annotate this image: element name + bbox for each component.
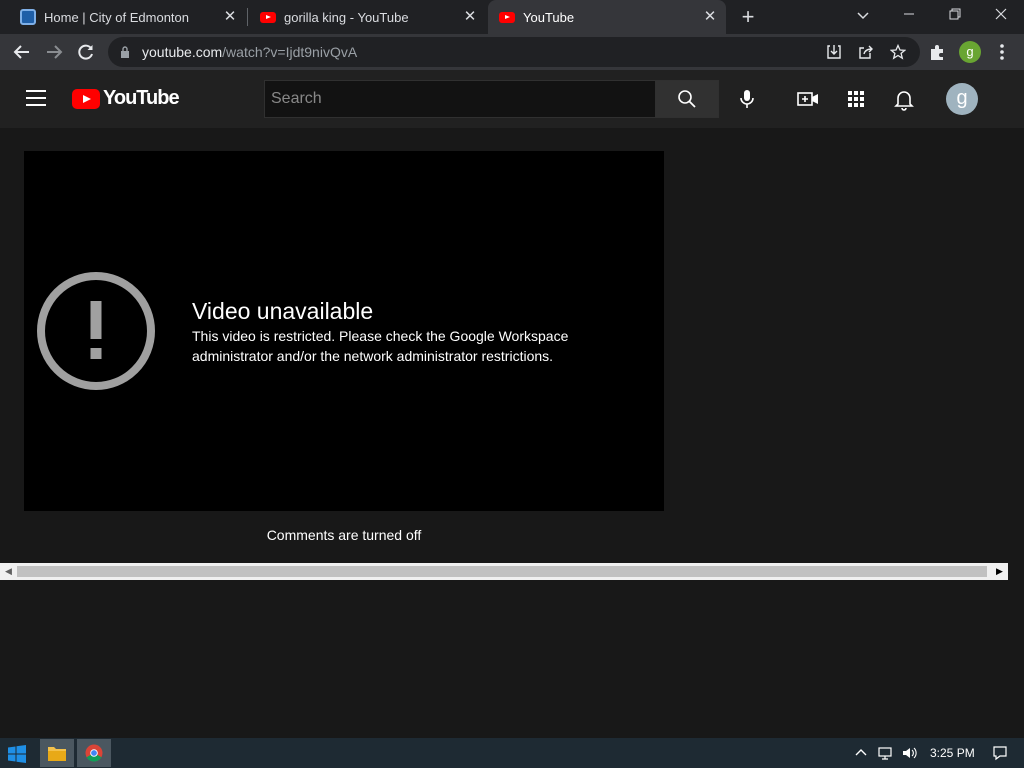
search-input[interactable] [265,81,655,117]
chrome-taskbar-button[interactable] [77,739,111,767]
youtube-favicon-icon [259,8,277,26]
tab-search-icon[interactable] [840,0,886,30]
error-exclamation-icon [37,272,155,390]
action-center-notification-icon[interactable] [992,745,1008,761]
comments-status: Comments are turned off [266,527,422,543]
browser-profile-avatar[interactable]: g [959,41,981,63]
guide-menu-icon[interactable] [26,90,46,106]
close-tab-icon[interactable]: ✕ [702,9,718,25]
share-icon[interactable] [858,44,874,60]
windows-taskbar: 3:25 PM [0,738,1024,768]
youtube-logo[interactable]: YouTube [72,87,180,110]
youtube-logo-text: YouTube [103,87,180,109]
tab-city-of-edmonton[interactable]: Home | City of Edmonton ✕ [0,0,246,34]
bookmark-star-icon[interactable] [890,44,906,60]
lock-icon[interactable] [120,46,130,58]
file-explorer-taskbar-button[interactable] [40,739,74,767]
url-path: /watch?v=Ijdt9nivQvA [222,44,358,60]
chrome-icon [85,744,103,762]
horizontal-scrollbar[interactable]: ◀ ▶ [0,563,1008,580]
close-tab-icon[interactable]: ✕ [462,9,478,25]
scroll-left-arrow-icon[interactable]: ◀ [0,563,17,580]
windows-start-icon[interactable] [8,745,26,763]
youtube-header: YouTube g [0,70,1024,128]
minimize-button[interactable] [886,0,932,30]
reload-button[interactable] [74,40,98,64]
tab-title: YouTube [523,9,575,25]
search-box[interactable] [264,80,656,118]
url-host: youtube.com [142,44,223,60]
close-window-button[interactable] [978,0,1024,30]
network-icon[interactable] [877,745,893,761]
tab-youtube-active[interactable]: YouTube ✕ [488,0,726,34]
error-title: Video unavailable [192,298,374,324]
apps-grid-icon[interactable] [844,87,868,111]
create-video-icon[interactable] [796,87,820,111]
youtube-favicon-icon [498,8,516,26]
search-icon [678,90,696,108]
close-tab-icon[interactable]: ✕ [222,9,238,25]
video-player[interactable]: Video unavailable This video is restrict… [24,151,664,511]
tab-title: Home | City of Edmonton [44,9,189,25]
account-avatar[interactable]: g [946,83,978,115]
youtube-play-logo-icon [72,88,100,109]
edmonton-favicon-icon [19,8,37,26]
tab-title: gorilla king - YouTube [284,9,409,25]
url-text[interactable]: youtube.com/watch?v=Ijdt9nivQvA [142,37,357,67]
forward-button[interactable] [42,40,66,64]
install-app-icon[interactable] [826,44,842,60]
voice-search-mic-icon[interactable] [735,87,759,111]
restore-button[interactable] [932,0,978,30]
scrollbar-thumb[interactable] [17,566,987,577]
taskbar-clock[interactable]: 3:25 PM [930,738,975,768]
back-button[interactable] [10,40,34,64]
scroll-right-arrow-icon[interactable]: ▶ [991,563,1008,580]
volume-icon[interactable] [901,745,917,761]
search-button[interactable] [655,80,719,118]
browser-menu-icon[interactable] [990,40,1014,64]
error-message: This video is restricted. Please check t… [192,328,569,364]
folder-icon [48,747,66,761]
new-tab-button[interactable]: + [736,5,760,29]
extensions-puzzle-icon[interactable] [926,40,950,64]
show-hidden-icons-chevron-icon[interactable] [853,745,869,761]
browser-toolbar: youtube.com/watch?v=Ijdt9nivQvA g [0,34,1024,70]
address-bar[interactable]: youtube.com/watch?v=Ijdt9nivQvA [108,37,920,67]
notifications-bell-icon[interactable] [892,87,916,111]
tab-gorilla-king[interactable]: gorilla king - YouTube ✕ [248,0,486,34]
browser-tab-strip: Home | City of Edmonton ✕ gorilla king -… [0,0,1024,34]
